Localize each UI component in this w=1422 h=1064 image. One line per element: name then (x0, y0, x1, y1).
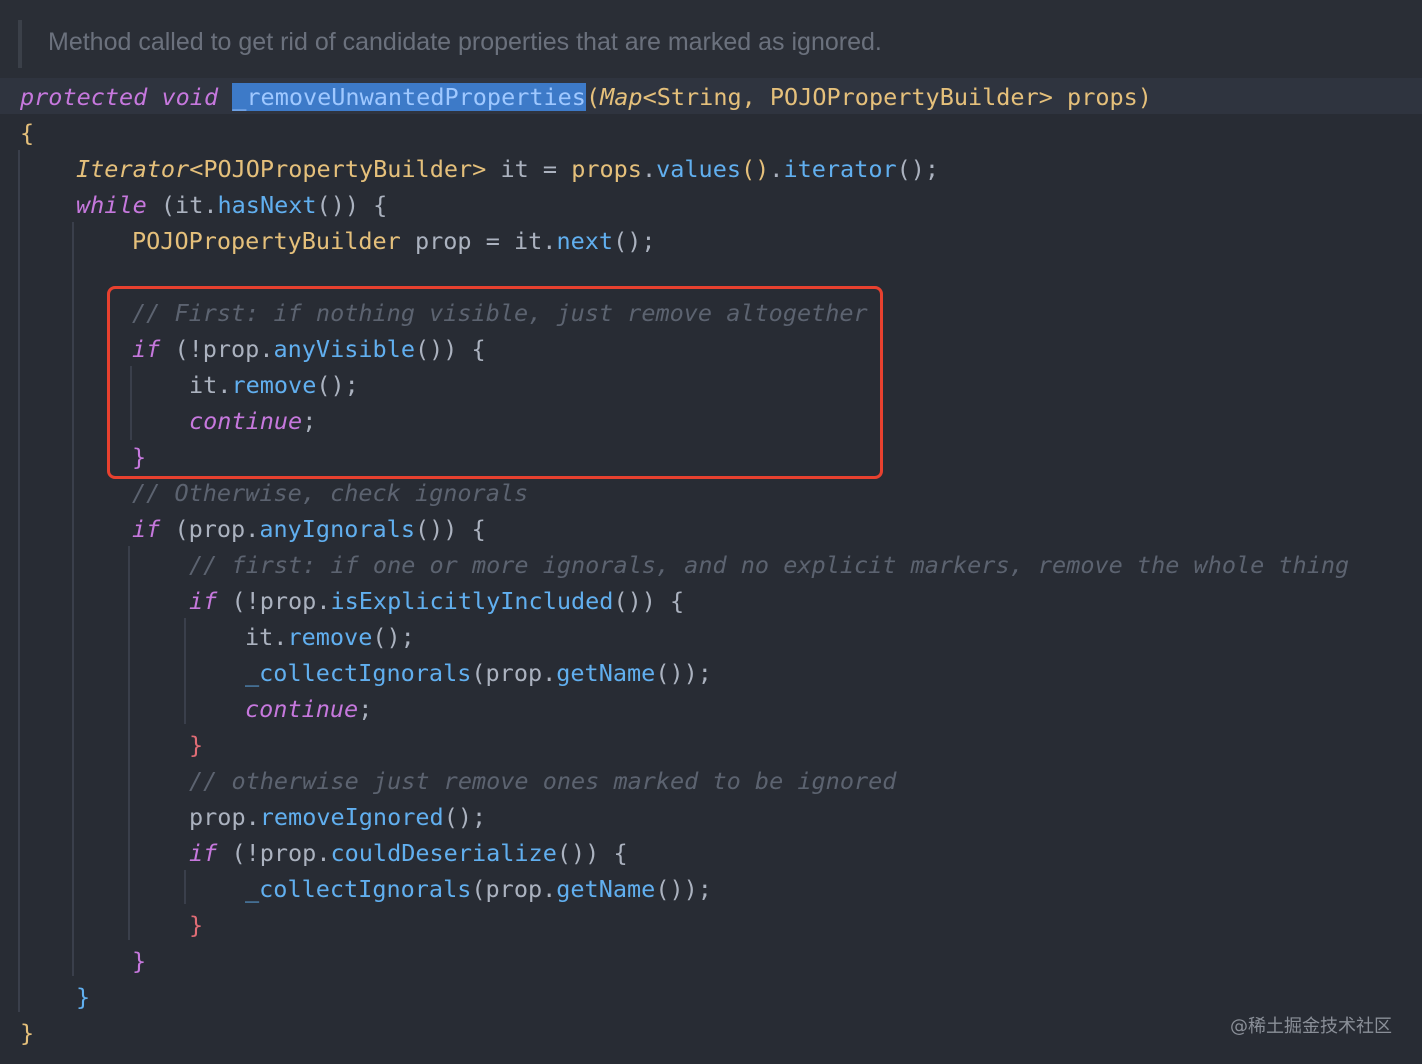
comment-line[interactable]: // first: if one or more ignorals, and n… (189, 547, 1349, 583)
method-call: getName (556, 875, 656, 903)
method-call: values (656, 155, 741, 183)
type-name: Iterator (76, 155, 190, 183)
code-text: (prop. (471, 659, 557, 687)
indent-guide (128, 546, 130, 940)
generic-type: <String, POJOPropertyBuilder> (642, 83, 1053, 111)
indent-guide (72, 222, 74, 976)
comment-line[interactable]: // Otherwise, check ignorals (132, 475, 528, 511)
brace[interactable]: } (189, 727, 203, 763)
method-call: anyIgnorals (259, 515, 415, 543)
code-text: prop. (189, 803, 260, 831)
code-line[interactable]: Iterator<POJOPropertyBuilder> it = props… (76, 151, 939, 187)
code-text: it = (486, 155, 572, 183)
code-text: ; (358, 695, 373, 723)
method-call: _collectIgnorals (245, 875, 472, 903)
code-line[interactable]: prop.removeIgnored(); (189, 799, 486, 835)
code-text: (!prop. (217, 587, 331, 615)
code-line[interactable]: if (!prop.couldDeserialize()) { (189, 835, 628, 871)
method-call: remove (287, 623, 373, 651)
method-call: _collectIgnorals (245, 659, 472, 687)
keyword: protected (20, 83, 148, 111)
method-call: removeIgnored (259, 803, 444, 831)
code-text: ()); (655, 659, 712, 687)
paren: () (741, 155, 770, 183)
code-text: (prop. (160, 515, 260, 543)
generic-type: <POJOPropertyBuilder> (189, 155, 487, 183)
code-line[interactable]: if (!prop.isExplicitlyIncluded()) { (189, 583, 684, 619)
code-line[interactable]: while (it.hasNext()) { (76, 187, 387, 223)
code-text: (); (613, 227, 656, 255)
code-text: ()) { (556, 839, 628, 867)
code-line[interactable]: _collectIgnorals(prop.getName()); (245, 871, 712, 907)
selected-method-name[interactable]: _removeUnwantedProperties (232, 83, 586, 111)
code-line[interactable]: if (prop.anyIgnorals()) { (132, 511, 486, 547)
brace[interactable]: } (189, 907, 203, 943)
type-name: POJOPropertyBuilder (132, 227, 401, 255)
code-text: . (769, 155, 784, 183)
code-text: ()) { (414, 515, 486, 543)
code-text: . (641, 155, 657, 183)
code-text: (it. (146, 191, 218, 219)
keyword: if (132, 515, 161, 543)
code-text: (); (896, 155, 940, 183)
method-call: hasNext (217, 191, 317, 219)
method-call: couldDeserialize (330, 839, 557, 867)
code-text: (); (372, 623, 415, 651)
keyword: void (161, 83, 219, 111)
brace[interactable]: } (76, 979, 90, 1015)
method-call: getName (556, 659, 656, 687)
code-text: prop = it. (400, 227, 557, 255)
keyword: if (189, 587, 218, 615)
code-text: (!prop. (217, 839, 331, 867)
indent-guide (18, 150, 20, 1012)
watermark: @稀土掘金技术社区 (1230, 1016, 1392, 1037)
doc-comment-text: Method called to get rid of candidate pr… (48, 28, 882, 56)
doc-comment-bar (18, 20, 22, 68)
code-line[interactable]: it.remove(); (245, 619, 415, 655)
brace: { (20, 119, 35, 147)
method-call: next (556, 227, 614, 255)
code-text: (prop. (471, 875, 557, 903)
keyword: continue (245, 695, 359, 723)
comment-line[interactable]: // otherwise just remove ones marked to … (189, 763, 896, 799)
code-text: ()) { (316, 191, 388, 219)
doc-comment-block: Method called to get rid of candidate pr… (0, 0, 1422, 78)
method-signature[interactable]: protected void _removeUnwantedProperties… (20, 79, 1152, 115)
type-name: Map (600, 83, 643, 111)
highlight-annotation-box (107, 286, 883, 479)
code-line[interactable]: POJOPropertyBuilder prop = it.next(); (132, 223, 656, 259)
code-line[interactable]: continue; (245, 691, 372, 727)
parameter-name: props (1067, 83, 1138, 111)
indent-guide (184, 870, 186, 904)
parameter-name: props (571, 155, 642, 183)
code-text: (); (443, 803, 487, 831)
brace[interactable]: } (132, 943, 146, 979)
method-call: iterator (783, 155, 897, 183)
paren: ) (1137, 83, 1152, 111)
brace[interactable]: } (20, 1015, 34, 1051)
code-text: ()) { (613, 587, 685, 615)
code-text: it. (245, 623, 288, 651)
method-call: isExplicitlyIncluded (330, 587, 614, 615)
code-text: ()); (655, 875, 712, 903)
keyword: if (189, 839, 218, 867)
keyword: while (76, 191, 147, 219)
indent-guide (184, 618, 186, 724)
code-line[interactable]: { (20, 115, 34, 151)
paren: ( (585, 83, 601, 111)
code-line[interactable]: _collectIgnorals(prop.getName()); (245, 655, 712, 691)
